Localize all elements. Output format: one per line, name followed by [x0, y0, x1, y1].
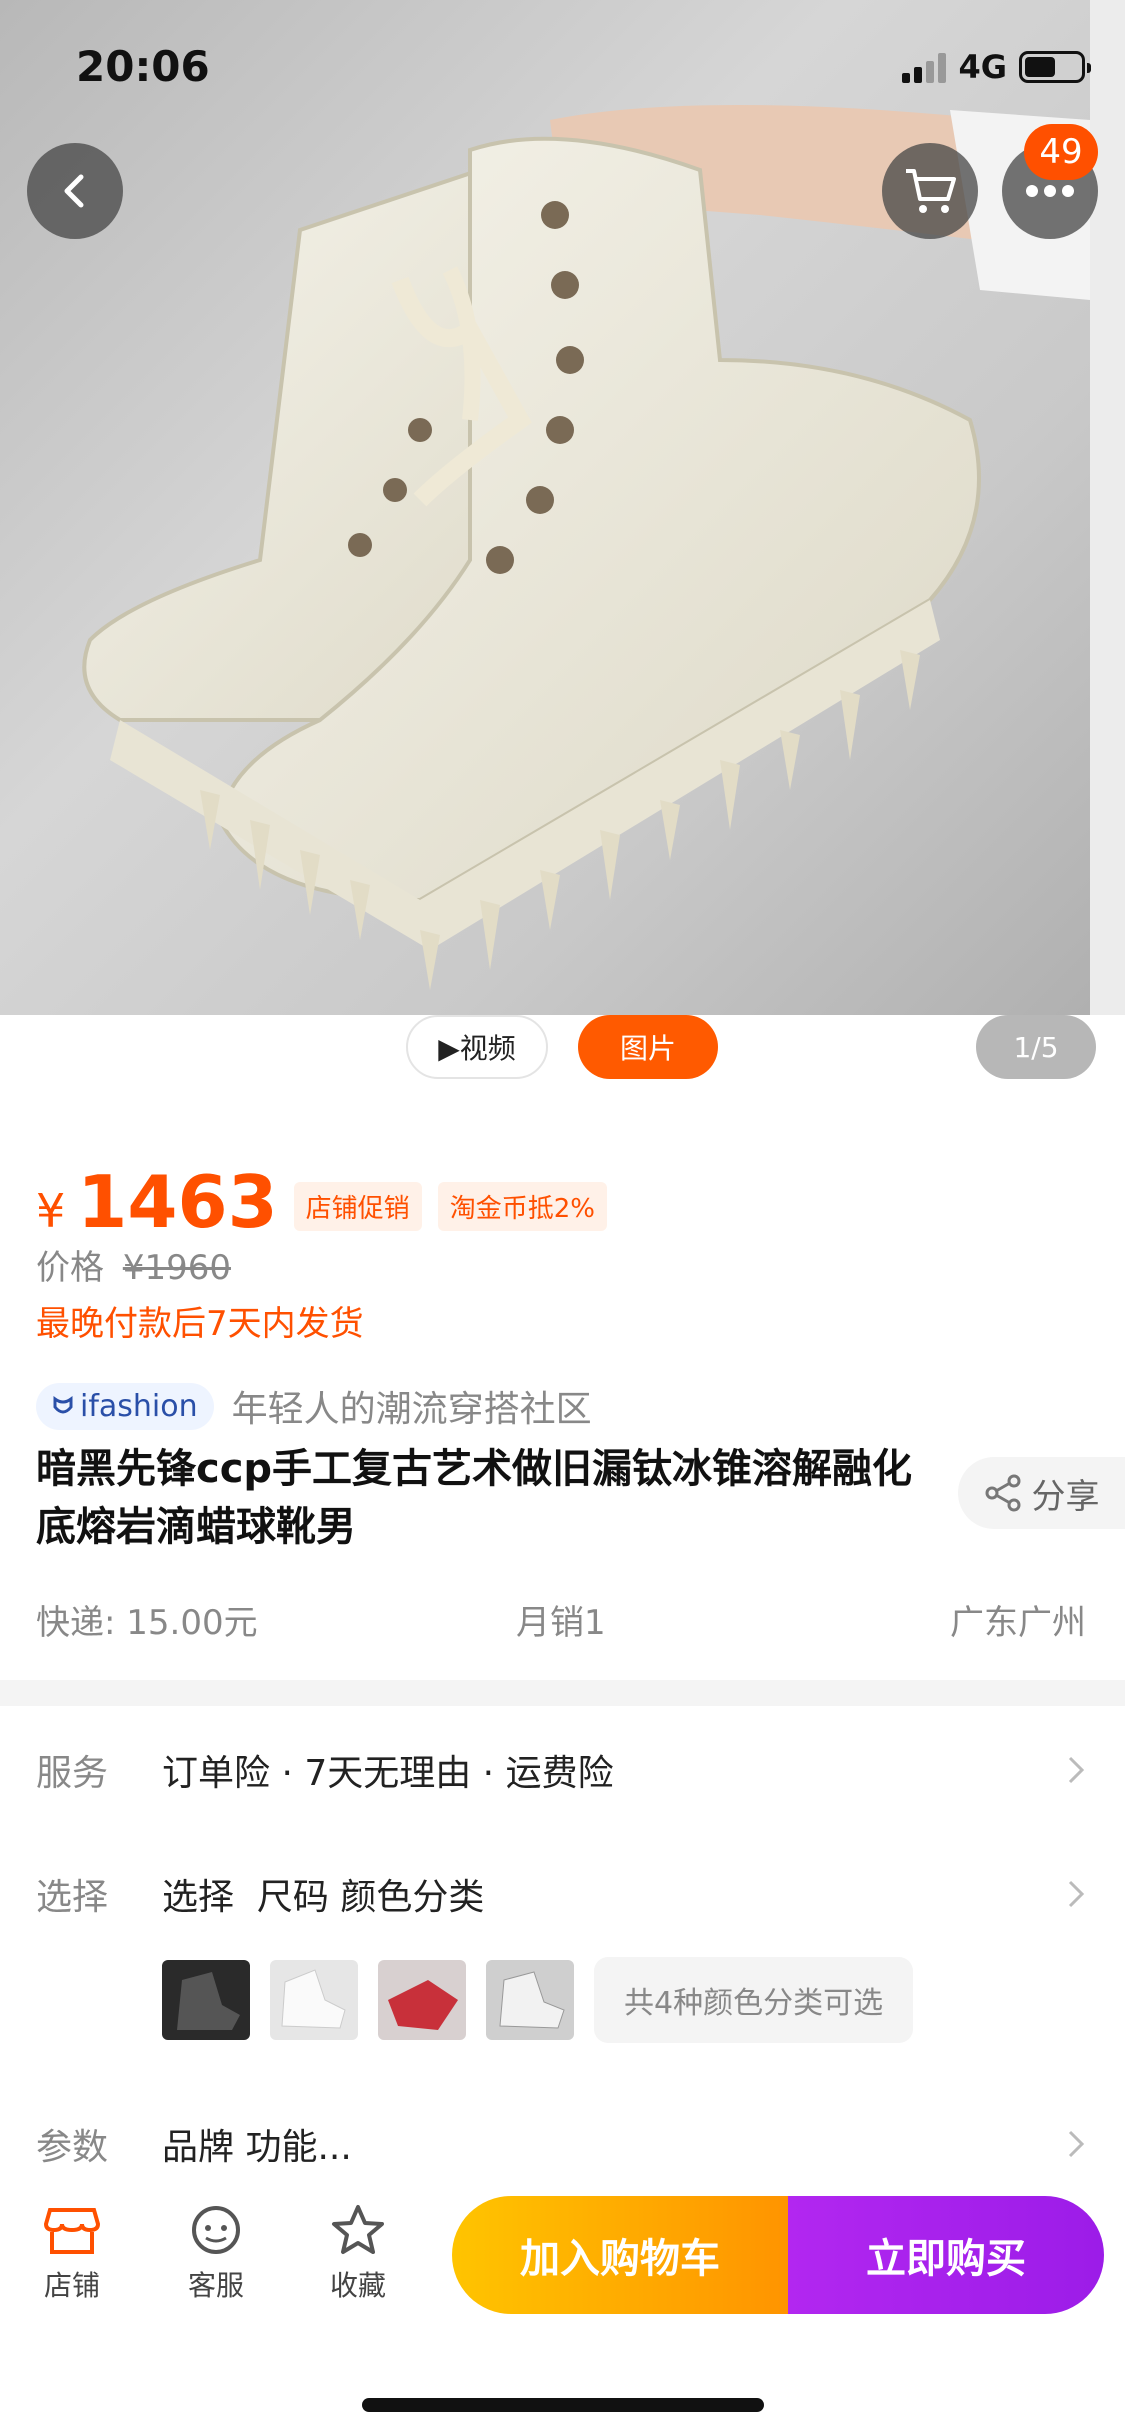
meta-row: 快递: 15.00元 月销1 广东广州: [36, 1595, 1086, 1645]
ship-location: 广东广州: [950, 1603, 1086, 1643]
currency-symbol: ¥: [36, 1184, 66, 1238]
chevron-right-icon: [1061, 2129, 1091, 2159]
shipping-note: 最晚付款后7天内发货: [36, 1304, 364, 1344]
variant-thumb-red[interactable]: [378, 1960, 466, 2040]
variant-thumb-white[interactable]: [486, 1960, 574, 2040]
service-value: 订单险 · 7天无理由 · 运费险: [162, 1753, 614, 1794]
original-price: 价格 ¥1960: [36, 1240, 231, 1289]
back-button[interactable]: [27, 143, 123, 239]
share-button[interactable]: 分享: [958, 1457, 1125, 1529]
tab-video[interactable]: ▶视频: [406, 1015, 548, 1079]
service-icon: [192, 2206, 240, 2254]
price-row: ¥ 1463 店铺促销 淘金币抵2%: [36, 1160, 607, 1244]
current-price: 1463: [77, 1160, 278, 1244]
chevron-right-icon: [1061, 1879, 1091, 1909]
select-row[interactable]: 选择 选择 尺码 颜色分类: [36, 1864, 1091, 1924]
service-label: 服务: [36, 1753, 109, 1794]
add-to-cart-button[interactable]: 加入购物车: [452, 2196, 788, 2314]
original-price-value: ¥1960: [122, 1248, 231, 1288]
home-indicator: [362, 2398, 764, 2412]
ifashion-text: ifashion: [80, 1388, 198, 1424]
product-title: 暗黑先锋ccp手工复古艺术做旧漏钛冰锥溶解融化底熔岩滴蜡球靴男: [36, 1446, 913, 1550]
service-label-text: 客服: [187, 2269, 244, 2302]
battery-icon: [1019, 51, 1091, 83]
coin-tag: 淘金币抵2%: [437, 1182, 607, 1231]
store-button[interactable]: 店铺: [22, 2204, 122, 2304]
brand-slogan: 年轻人的潮流穿搭社区: [231, 1389, 592, 1430]
status-time: 20:06: [76, 42, 210, 91]
promo-tag: 店铺促销: [293, 1182, 422, 1231]
brand-row: ifashion 年轻人的潮流穿搭社区: [36, 1380, 592, 1432]
tab-pictures[interactable]: 图片: [578, 1015, 718, 1079]
cart-button[interactable]: [882, 143, 978, 239]
favorite-label: 收藏: [329, 2269, 386, 2302]
params-row[interactable]: 参数 品牌 功能...: [36, 2114, 1091, 2174]
status-indicators: 4G: [902, 48, 1091, 86]
bottom-bar: 店铺 客服 收藏 加入购物车 立即购买: [0, 2180, 1125, 2330]
share-label: 分享: [1031, 1476, 1100, 1517]
share-icon: [985, 1474, 1020, 1512]
cart-badge: 49: [1024, 124, 1098, 180]
media-tabs: ▶视频 图片 1/5: [0, 1015, 1125, 1095]
back-icon: [64, 174, 84, 208]
store-icon: [44, 2208, 100, 2254]
variant-count[interactable]: 共4种颜色分类可选: [594, 1957, 914, 2043]
service-row[interactable]: 服务 订单险 · 7天无理由 · 运费险: [36, 1740, 1091, 1800]
more-icon: [1026, 185, 1074, 197]
status-bar: 20:06 4G: [0, 0, 1125, 140]
original-price-label: 价格: [36, 1248, 104, 1288]
params-label: 参数: [36, 2127, 109, 2168]
express-fee: 快递: 15.00元: [36, 1603, 258, 1643]
service-button[interactable]: 客服: [166, 2204, 266, 2304]
image-page-indicator: 1/5: [976, 1015, 1096, 1079]
monthly-sales: 月销1: [516, 1603, 606, 1643]
store-label: 店铺: [43, 2269, 100, 2302]
star-icon: [332, 2205, 384, 2254]
signal-icon: [902, 51, 947, 83]
chevron-right-icon: [1061, 1755, 1091, 1785]
section-divider: [0, 1680, 1125, 1706]
variant-thumb-white-drip[interactable]: [270, 1960, 358, 2040]
cart-icon: [906, 169, 956, 213]
network-type: 4G: [958, 48, 1007, 86]
buy-now-button[interactable]: 立即购买: [788, 2196, 1104, 2314]
variant-thumb-black[interactable]: [162, 1960, 250, 2040]
ifashion-mark-icon: [53, 1396, 73, 1414]
ifashion-logo[interactable]: ifashion: [36, 1382, 214, 1430]
select-label: 选择: [36, 1877, 109, 1918]
select-value: 选择 尺码 颜色分类: [162, 1877, 485, 1918]
variant-thumbnails: 共4种颜色分类可选: [162, 1957, 914, 2043]
favorite-button[interactable]: 收藏: [308, 2204, 408, 2304]
params-value: 品牌 功能...: [162, 2127, 352, 2168]
